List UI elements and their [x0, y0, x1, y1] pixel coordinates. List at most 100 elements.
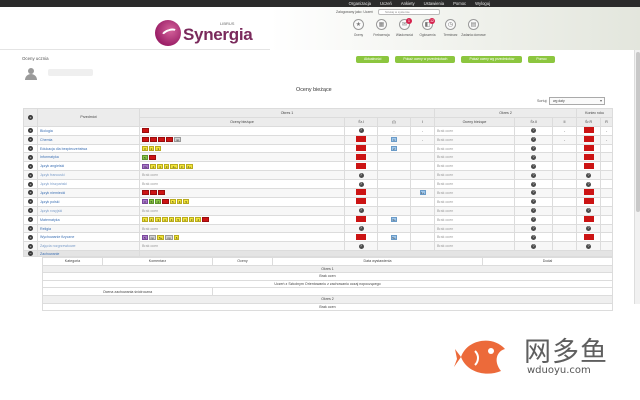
no-data-icon[interactable]: ?	[531, 181, 537, 187]
subject-name[interactable]: Język polski	[37, 196, 140, 207]
grade-chip[interactable]: 5+	[157, 234, 165, 240]
module-frekwencja[interactable]: ▦ Frekwencja	[373, 19, 390, 37]
failing-average-block[interactable]	[583, 233, 594, 240]
expand-row-icon[interactable]: +	[28, 181, 33, 187]
grade-badge[interactable]: 1+	[419, 190, 426, 196]
no-data-icon[interactable]: ?	[586, 181, 592, 187]
topnav-pomoc[interactable]: Pomoc	[453, 1, 466, 6]
grade-chip[interactable]: np	[165, 234, 173, 240]
expand-row-icon[interactable]: +	[28, 137, 33, 143]
no-data-icon[interactable]: ?	[531, 163, 537, 169]
subject-name[interactable]: Język rosyjski	[37, 205, 140, 216]
grade-chip[interactable]	[158, 137, 165, 143]
grade-chip[interactable]: 4	[155, 199, 162, 205]
expand-row-icon[interactable]: +	[28, 154, 33, 160]
grade-chip[interactable]: 6	[173, 234, 180, 240]
grade-chip[interactable]: 2	[148, 146, 155, 151]
grade-chip[interactable]: 1	[142, 217, 148, 223]
failing-average-block[interactable]	[583, 198, 594, 205]
no-data-icon[interactable]: ?	[531, 172, 537, 178]
grade-chip[interactable]: 4	[157, 163, 163, 169]
no-data-icon[interactable]: ?	[358, 226, 364, 232]
no-data-icon[interactable]: ?	[531, 128, 537, 134]
failing-average-block[interactable]	[356, 153, 366, 160]
no-data-icon[interactable]: ?	[531, 217, 537, 223]
grade-chip[interactable]: np	[174, 137, 182, 143]
subject-name[interactable]: Język niemiecki	[37, 188, 140, 198]
failing-average-block[interactable]	[356, 233, 366, 240]
expand-all-icon[interactable]: +	[28, 114, 33, 120]
grade-chip[interactable]: 4+	[185, 163, 193, 169]
subject-name[interactable]: Biologia	[37, 125, 140, 136]
grade-chip[interactable]: np	[148, 234, 157, 240]
news-button[interactable]: Aktualności	[356, 56, 390, 63]
failing-average-block[interactable]	[583, 145, 594, 151]
grade-chip[interactable]	[158, 190, 165, 196]
expand-row-icon[interactable]: +	[28, 163, 33, 169]
grade-chip[interactable]	[166, 137, 173, 143]
topnav-organizacja[interactable]: Organizacja	[349, 1, 371, 6]
failing-average-block[interactable]	[356, 198, 366, 205]
expand-row-icon[interactable]: +	[28, 199, 33, 205]
grade-chip[interactable]: 4+	[170, 163, 178, 169]
grade-chip[interactable]: 3+	[142, 163, 150, 169]
no-data-icon[interactable]: ?	[531, 243, 537, 249]
subject-name[interactable]: Język hiszpański	[37, 179, 140, 190]
expand-row-icon[interactable]: +	[28, 243, 33, 249]
expand-row-icon[interactable]: +	[28, 146, 33, 151]
no-data-icon[interactable]: ?	[531, 226, 537, 232]
no-data-icon[interactable]: ?	[531, 137, 537, 143]
grade-chip[interactable]: 4	[148, 217, 155, 223]
subject-name[interactable]: Religia	[37, 223, 140, 234]
topnav-uczen[interactable]: Uczeń	[380, 1, 392, 6]
grade-chip[interactable]: 4	[168, 217, 175, 223]
grade-chip[interactable]	[142, 137, 149, 143]
failing-average-block[interactable]	[583, 162, 594, 169]
expand-row-icon[interactable]: +	[28, 190, 33, 196]
subject-name[interactable]: Informatyka	[37, 152, 140, 163]
grade-chip[interactable]	[150, 190, 157, 196]
subject-name[interactable]: Język angielski	[37, 161, 140, 172]
page-scrollbar[interactable]	[634, 50, 640, 304]
grade-chip[interactable]: 3	[142, 146, 148, 151]
no-data-icon[interactable]: ?	[358, 128, 364, 134]
grade-badge[interactable]: 1	[391, 137, 397, 143]
grade-chip[interactable]: 3	[142, 199, 148, 205]
failing-average-block[interactable]	[583, 127, 594, 134]
expand-row-icon[interactable]: +	[28, 234, 33, 240]
grade-chip[interactable]	[148, 154, 156, 160]
failing-average-block[interactable]	[356, 145, 366, 151]
failing-average-block[interactable]	[583, 189, 594, 196]
module-ogloszenia[interactable]: ◧ 12 Ogłoszenia	[419, 18, 436, 37]
logo-text[interactable]: Synergia	[183, 25, 253, 45]
grade-chip[interactable]: 3	[188, 217, 195, 223]
grade-chip[interactable]: 3	[155, 146, 162, 151]
no-data-icon[interactable]: ?	[586, 172, 592, 178]
grade-chip[interactable]	[202, 217, 210, 223]
failing-average-block[interactable]	[356, 136, 366, 143]
grade-chip[interactable]: 5	[142, 154, 148, 160]
no-data-icon[interactable]: ?	[358, 172, 364, 178]
module-oceny[interactable]: ★ Oceny	[350, 19, 367, 37]
module-zadania[interactable]: ▤ Zadania domowe	[461, 19, 486, 37]
expand-row-icon[interactable]: +	[28, 208, 33, 214]
grade-chip[interactable]: 4	[176, 199, 183, 205]
no-data-icon[interactable]: ?	[358, 208, 364, 214]
no-data-icon[interactable]: ?	[531, 154, 537, 160]
grade-chip[interactable]: 3	[155, 217, 162, 223]
subject-name[interactable]: Zajęcia rozgrzewkowe	[37, 241, 140, 252]
scroll-thumb[interactable]	[636, 52, 640, 212]
no-data-icon[interactable]: ?	[586, 226, 592, 232]
grade-chip[interactable]	[162, 199, 170, 205]
grade-chip[interactable]: 5	[175, 217, 182, 223]
collapse-row-icon[interactable]: −	[28, 251, 33, 256]
failing-average-block[interactable]	[583, 216, 594, 223]
sort-select[interactable]: wg daty	[549, 97, 605, 105]
grade-chip[interactable]: 5	[183, 199, 190, 205]
grade-chip[interactable]	[142, 128, 149, 134]
help-button[interactable]: Pomoc	[528, 56, 555, 63]
behavior-label[interactable]: Zachowanie	[37, 250, 140, 258]
grade-chip[interactable]: 4	[150, 163, 157, 169]
subject-name[interactable]: Język francuski	[37, 170, 140, 181]
expand-row-icon[interactable]: +	[28, 226, 33, 232]
